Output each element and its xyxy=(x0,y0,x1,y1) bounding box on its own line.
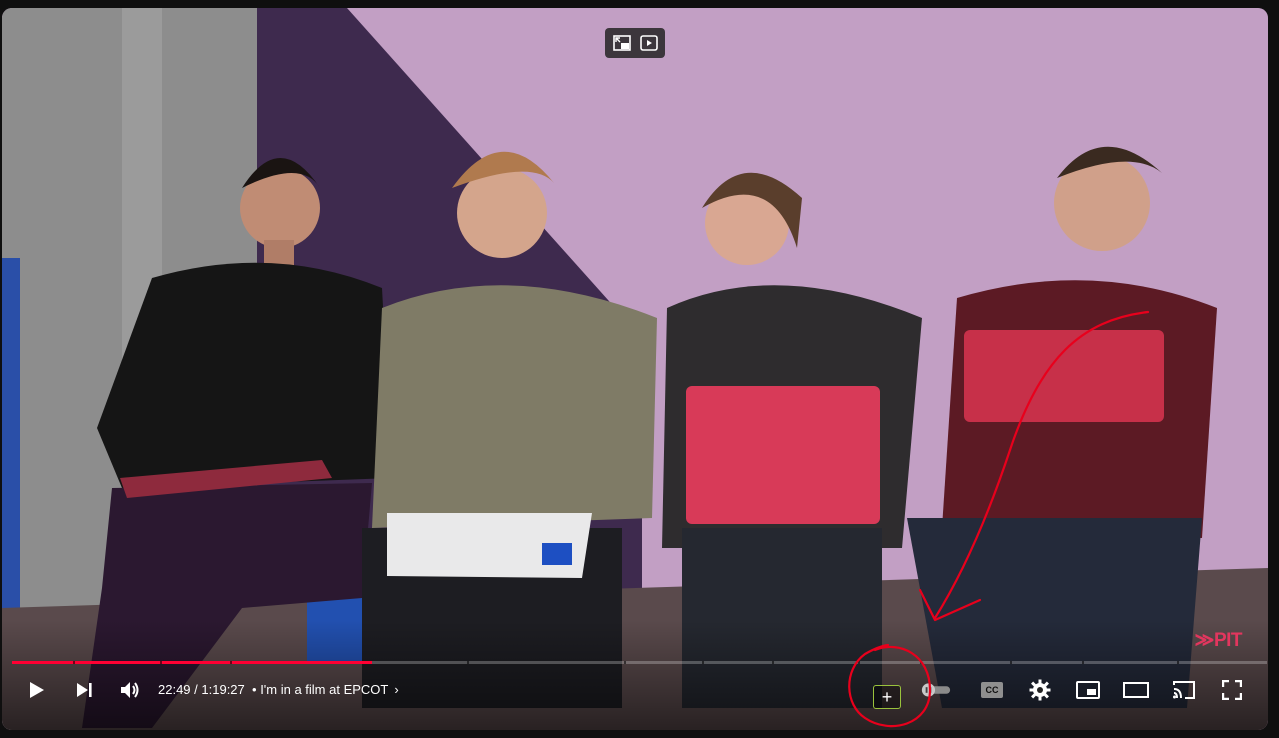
duration: 1:19:27 xyxy=(201,682,245,697)
add-button[interactable]: + xyxy=(873,685,901,709)
captions-icon: CC xyxy=(981,682,1003,698)
gear-icon xyxy=(1029,679,1051,701)
autoplay-toggle[interactable] xyxy=(920,674,952,706)
chapter-marker xyxy=(702,661,704,664)
fullscreen-button[interactable] xyxy=(1216,674,1248,706)
chapter-marker xyxy=(1177,661,1179,664)
captions-button[interactable]: CC xyxy=(976,674,1008,706)
chapter-marker xyxy=(1082,661,1084,664)
control-bar: 22:49 / 1:19:27 • I'm in a film at EPCOT… xyxy=(0,672,1279,708)
cast-button[interactable] xyxy=(1168,674,1200,706)
chapter-title: I'm in a film at EPCOT xyxy=(260,682,389,697)
plus-icon: + xyxy=(881,687,893,707)
next-button[interactable] xyxy=(68,674,100,706)
theater-icon xyxy=(1123,682,1149,698)
settings-button[interactable] xyxy=(1024,674,1056,706)
miniplayer-icon xyxy=(1076,681,1100,699)
chapter-marker xyxy=(1010,661,1012,664)
chapter-bullet: • xyxy=(252,682,257,697)
chapter-button[interactable]: • I'm in a film at EPCOT › xyxy=(252,682,399,697)
progress-bar[interactable] xyxy=(12,661,1267,664)
chapter-marker xyxy=(160,661,162,664)
captions-label: CC xyxy=(985,685,999,695)
toggle-icon xyxy=(921,683,951,697)
time-display: 22:49 / 1:19:27 xyxy=(158,682,245,697)
chapter-marker xyxy=(920,661,922,664)
chapter-marker xyxy=(230,661,232,664)
volume-button[interactable] xyxy=(114,674,146,706)
play-icon xyxy=(30,682,44,698)
next-icon xyxy=(77,683,92,697)
theater-mode-button[interactable] xyxy=(1120,674,1152,706)
exit-pip-icon[interactable] xyxy=(611,33,633,53)
time-separator: / xyxy=(190,682,202,697)
miniplayer-button[interactable] xyxy=(1072,674,1104,706)
video-player[interactable]: ≫PIT xyxy=(2,8,1268,730)
progress-played xyxy=(12,661,373,664)
chapter-marker xyxy=(858,661,860,664)
play-button[interactable] xyxy=(20,674,52,706)
chapter-marker xyxy=(73,661,75,664)
chevron-right-icon: › xyxy=(394,682,399,697)
ai-video-icon[interactable] xyxy=(638,33,660,53)
cast-icon xyxy=(1173,681,1195,699)
fullscreen-icon xyxy=(1222,680,1242,700)
volume-icon xyxy=(121,682,139,698)
channel-watermark: ≫PIT xyxy=(1194,630,1243,651)
chapter-marker xyxy=(624,661,626,664)
overlay-top-controls xyxy=(605,28,665,58)
chapter-marker xyxy=(772,661,774,664)
chapter-marker xyxy=(467,661,469,664)
current-time: 22:49 xyxy=(158,682,191,697)
